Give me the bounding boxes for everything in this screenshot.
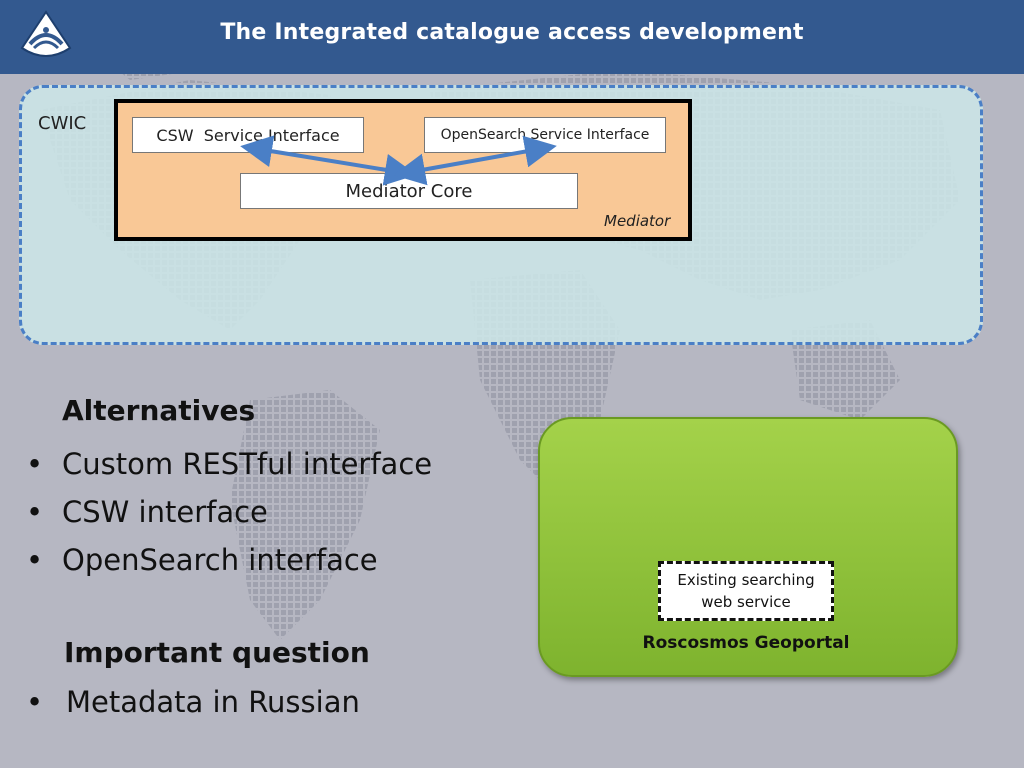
important-question-heading: Important question — [64, 636, 370, 669]
header-bar: The Integrated catalogue access developm… — [0, 0, 1024, 74]
mediator-label: Mediator — [604, 212, 671, 230]
page-title: The Integrated catalogue access developm… — [220, 20, 804, 45]
list-item: • Metadata in Russian — [26, 685, 360, 719]
question-list: • Metadata in Russian — [26, 680, 360, 724]
alternatives-heading: Alternatives — [62, 394, 256, 427]
opensearch-service-interface-box: OpenSearch Service Interface — [424, 117, 666, 153]
list-item: • CSW interface — [26, 495, 268, 529]
mediator-core-box: Mediator Core — [240, 173, 578, 209]
existing-search-service-box: Existing searching web service — [658, 561, 834, 621]
list-item: • Custom RESTful interface — [26, 447, 433, 481]
list-item: • OpenSearch interface — [26, 543, 378, 577]
alternatives-list: • Custom RESTful interface • CSW interface… — [26, 442, 432, 586]
geoportal-label: Roscosmos Geoportal — [642, 633, 850, 653]
cwic-label: CWIC — [38, 113, 87, 134]
csw-service-interface-box: CSW Service Interface — [132, 117, 364, 153]
